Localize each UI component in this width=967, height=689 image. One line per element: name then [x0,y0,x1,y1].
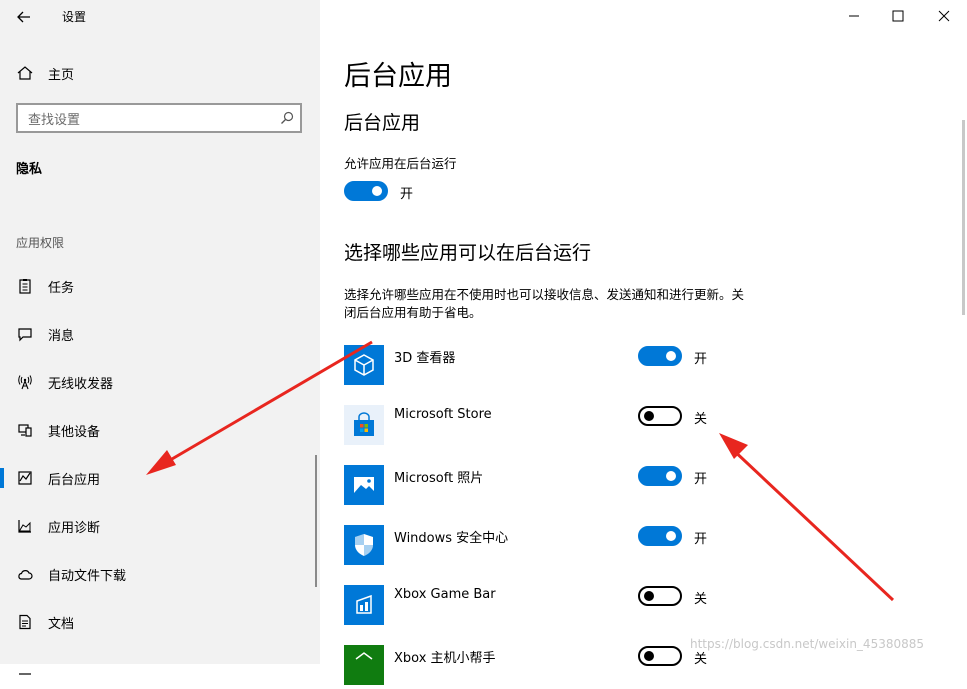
toggle-knob [666,471,676,481]
diagnostics-chart-icon [18,520,31,533]
sidebar-item-label: 自动文件下载 [48,568,127,584]
app-name: Windows 安全中心 [394,531,509,546]
toggle-state-label: 开 [694,352,708,367]
sidebar-scrollbar[interactable] [315,455,317,587]
search-input[interactable] [26,110,270,130]
back-arrow-icon[interactable] [12,6,36,28]
app-name: Microsoft 照片 [394,471,484,486]
task-clipboard-icon [19,279,31,294]
allow-background-label: 允许应用在后台运行 [344,156,457,171]
radio-tower-icon [18,375,32,390]
page-title: 后台应用 [344,61,452,92]
toggle-knob [644,651,654,661]
toggle-state-label: 开 [400,187,414,202]
3d-viewer-tile [344,345,384,385]
photos-tile [344,465,384,505]
toggle-state-label: 关 [694,412,708,427]
partial-item-icon [19,673,31,675]
minimize-icon[interactable] [842,6,866,26]
app-name: Xbox 主机小帮手 [394,651,496,666]
app-toggle-windows-security[interactable] [638,526,682,546]
sidebar-item-tasks[interactable]: 任务 [0,266,312,306]
sidebar-item-home[interactable]: 主页 [16,62,74,84]
app-toggle-3d-viewer[interactable] [638,346,682,366]
shield-icon [355,534,373,556]
section-title: 选择哪些应用可以在后台运行 [344,242,592,264]
sidebar-item-label: 主页 [48,67,75,83]
sidebar-item-other-devices[interactable]: 其他设备 [0,410,312,450]
section-description: 选择允许哪些应用在不使用时也可以接收信息、发送通知和进行更新。关 闭后台应用有助… [344,286,804,322]
windows-security-tile [344,525,384,565]
description-line: 选择允许哪些应用在不使用时也可以接收信息、发送通知和进行更新。关 [344,287,745,302]
app-toggle-xbox-companion[interactable] [638,646,682,666]
photos-icon [354,477,374,493]
app-permissions-header: 应用权限 [16,236,65,250]
toggle-knob [666,531,676,541]
window-title: 设置 [62,10,87,24]
document-icon [19,614,31,630]
cloud-icon [18,570,33,580]
background-apps-icon [18,471,32,485]
devices-icon [18,424,32,437]
description-line: 闭后台应用有助于省电。 [344,305,482,320]
app-name: 3D 查看器 [394,351,456,366]
sidebar-item-documents[interactable]: 文档 [0,602,312,642]
sidebar-item-radios[interactable]: 无线收发器 [0,362,312,402]
toggle-knob [372,186,382,196]
search-icon[interactable] [280,111,294,125]
xbox-companion-icon [355,652,373,660]
toggle-state-label: 开 [694,472,708,487]
toggle-knob [644,411,654,421]
xbox-game-bar-tile [344,585,384,625]
maximize-icon[interactable] [886,6,910,26]
message-icon [18,328,32,342]
sidebar-item-auto-file-download[interactable]: 自动文件下载 [0,554,312,594]
home-icon [17,66,33,80]
store-bag-icon [354,412,374,436]
app-toggle-microsoft-store[interactable] [638,406,682,426]
microsoft-store-tile [344,405,384,445]
toggle-knob [644,591,654,601]
sidebar-item-label: 后台应用 [48,472,101,488]
sidebar-item-label: 任务 [48,280,75,296]
watermark-url: https://blog.csdn.net/weixin_45380885 [690,637,925,651]
sidebar-item-messages[interactable]: 消息 [0,314,312,354]
allow-background-toggle[interactable] [344,181,388,201]
app-name: Xbox Game Bar [394,587,496,602]
search-box[interactable] [16,103,302,133]
sidebar: 设置 主页 隐私 应用权限 任务 消息 无线收发器 其他设备 后台应用 应用诊断… [0,0,320,675]
sidebar-item-label: 无线收发器 [48,376,114,392]
toggle-state-label: 开 [694,532,708,547]
sidebar-item-app-diagnostics[interactable]: 应用诊断 [0,506,312,546]
privacy-header: 隐私 [16,162,43,177]
content-scrollbar[interactable] [962,120,965,315]
sidebar-item-background-apps[interactable]: 后台应用 [0,458,312,498]
game-bar-icon [356,594,372,614]
app-name: Microsoft Store [394,407,492,422]
3d-cube-icon [354,354,374,376]
main-content: 后台应用 后台应用 允许应用在后台运行 开 选择哪些应用可以在后台运行 选择允许… [320,0,967,685]
sidebar-item-label: 文档 [48,616,75,632]
sidebar-item-partial[interactable] [0,648,312,688]
close-icon[interactable] [932,6,956,26]
toggle-state-label: 关 [694,592,708,607]
sidebar-item-label: 消息 [48,328,75,344]
sidebar-item-label: 其他设备 [48,424,101,440]
app-toggle-xbox-game-bar[interactable] [638,586,682,606]
section-title: 后台应用 [344,112,421,134]
toggle-knob [666,351,676,361]
app-toggle-photos[interactable] [638,466,682,486]
xbox-companion-tile [344,645,384,685]
sidebar-item-label: 应用诊断 [48,520,101,536]
